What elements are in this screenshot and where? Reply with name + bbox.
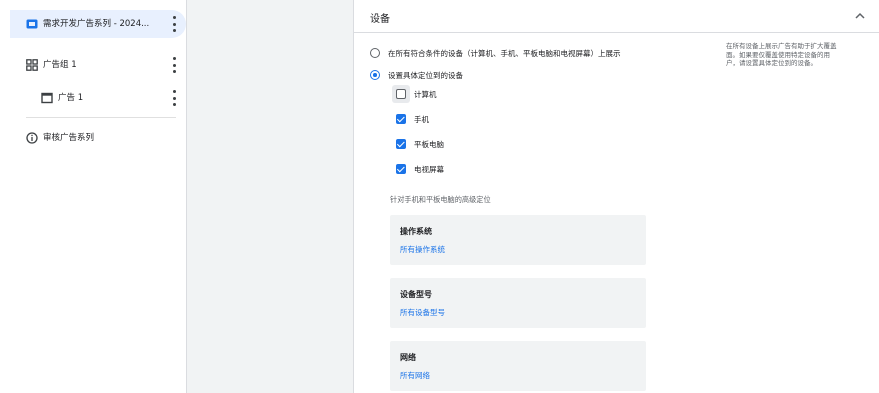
panel-title: 设备型号 xyxy=(400,290,432,299)
radio-button[interactable] xyxy=(370,70,380,80)
radio-label: 设置具体定位到的设备 xyxy=(388,70,463,80)
radio-label: 在所有符合条件的设备（计算机、手机、平板电脑和电视屏幕）上展示 xyxy=(388,48,621,58)
sidebar-divider xyxy=(26,117,176,118)
checkbox-label: 手机 xyxy=(414,114,429,124)
sidebar-item-label: 广告 1 xyxy=(58,93,84,103)
sidebar-item-review[interactable]: 审核广告系列 xyxy=(10,124,186,152)
ad-icon xyxy=(41,92,53,104)
sidebar-item-label: 需求开发广告系列 - 2024... xyxy=(43,19,150,29)
sidebar-item-campaign[interactable]: 需求开发广告系列 - 2024... xyxy=(10,10,186,38)
sidebar-item-label: 广告组 1 xyxy=(43,60,77,70)
advanced-targeting-label: 针对手机和平板电脑的高级定位 xyxy=(390,195,491,204)
panel-link[interactable]: 所有操作系统 xyxy=(400,244,445,255)
radio-specific-devices[interactable]: 设置具体定位到的设备 xyxy=(370,67,463,83)
checkbox[interactable] xyxy=(396,164,406,174)
sidebar-item-ad-group[interactable]: 广告组 1 xyxy=(10,51,186,79)
sidebar-item-label: 审核广告系列 xyxy=(43,133,95,143)
sidebar: 需求开发广告系列 - 2024... 广告组 1 广告 1 审核广告系列 xyxy=(0,0,187,393)
panel-title: 网络 xyxy=(400,353,416,362)
panel-title: 操作系统 xyxy=(400,227,432,236)
checkbox-label: 平板电脑 xyxy=(414,139,444,149)
checkbox-tablet[interactable]: 平板电脑 xyxy=(396,137,444,151)
panel-operating-system[interactable]: 操作系统 所有操作系统 xyxy=(390,215,646,265)
panel-link[interactable]: 所有网络 xyxy=(400,370,430,381)
panel-link[interactable]: 所有设备型号 xyxy=(400,307,445,318)
more-vert-icon[interactable] xyxy=(172,90,176,106)
sidebar-item-ad[interactable]: 广告 1 xyxy=(10,84,186,112)
checkbox-computer[interactable]: 计算机 xyxy=(392,85,437,103)
more-vert-icon[interactable] xyxy=(172,57,176,73)
help-text: 在所有设备上展示广告有助于扩大覆盖面。如果要仅覆盖使用特定设备的用户，请设置具体… xyxy=(726,42,837,67)
checkbox-label: 计算机 xyxy=(414,89,437,99)
checkbox-mobile[interactable]: 手机 xyxy=(396,112,429,126)
info-icon xyxy=(26,132,38,144)
card-title: 设备 xyxy=(370,14,390,25)
ad-group-icon xyxy=(26,59,38,71)
checkbox-tv[interactable]: 电视屏幕 xyxy=(396,162,444,176)
campaign-icon xyxy=(26,19,38,29)
checkbox[interactable] xyxy=(396,114,406,124)
checkbox[interactable] xyxy=(396,89,406,99)
devices-card: 设备 在所有符合条件的设备（计算机、手机、平板电脑和电视屏幕）上展示 设置具体定… xyxy=(353,0,879,393)
radio-all-devices[interactable]: 在所有符合条件的设备（计算机、手机、平板电脑和电视屏幕）上展示 xyxy=(370,45,621,61)
panel-network[interactable]: 网络 所有网络 xyxy=(390,341,646,391)
checkbox-label: 电视屏幕 xyxy=(414,164,444,174)
radio-button[interactable] xyxy=(370,48,380,58)
chevron-up-icon[interactable] xyxy=(854,10,866,22)
more-vert-icon[interactable] xyxy=(172,16,176,32)
card-header[interactable]: 设备 xyxy=(354,0,879,33)
panel-device-model[interactable]: 设备型号 所有设备型号 xyxy=(390,278,646,328)
checkbox[interactable] xyxy=(396,139,406,149)
